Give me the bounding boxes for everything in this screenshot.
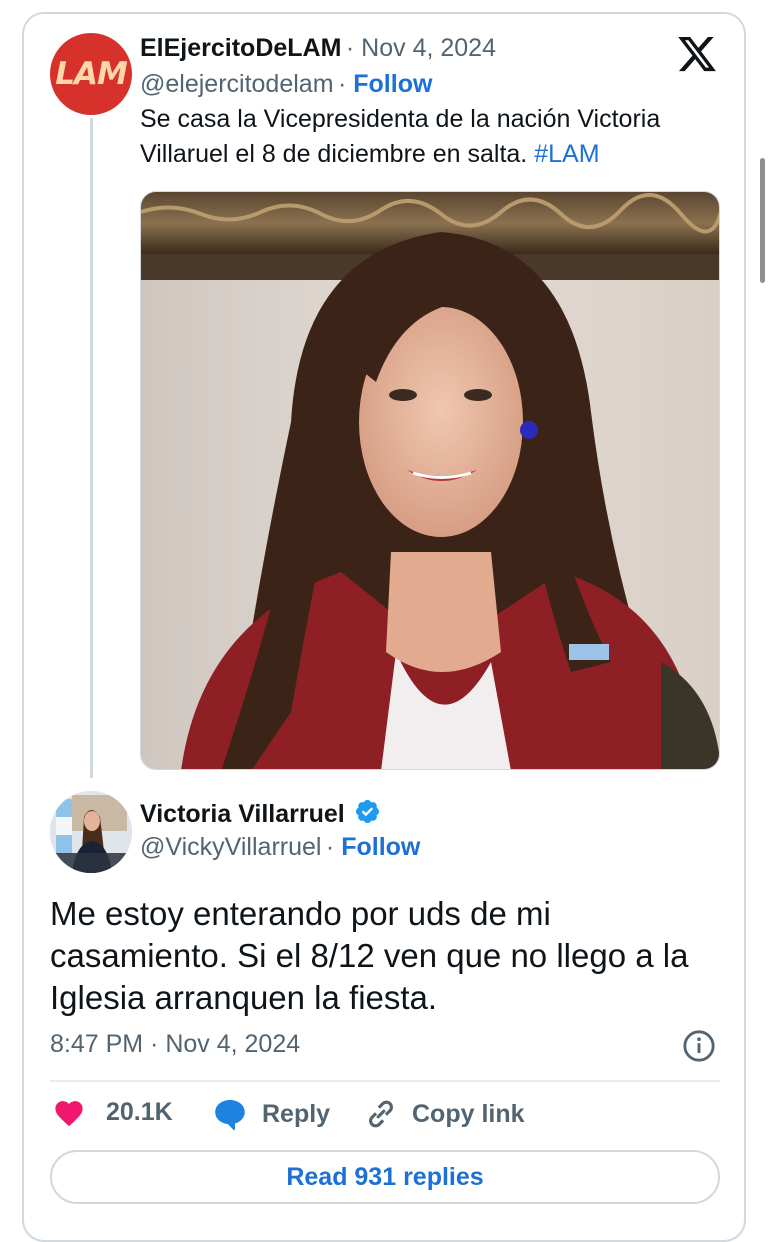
avatar-vickyvillarruel[interactable]: [50, 791, 132, 873]
main-author-name[interactable]: Victoria Villarruel: [140, 800, 345, 828]
follow-button-vickyvillarruel[interactable]: Follow: [341, 833, 420, 861]
read-replies-label: Read 931 replies: [286, 1162, 484, 1191]
verified-badge-icon: [356, 799, 380, 824]
quoted-author-row: ElEjercitoDeLAM · Nov 4, 2024: [140, 34, 496, 63]
portrait-photo-illustration: [141, 192, 719, 769]
heart-icon: [55, 1101, 83, 1127]
reply-button[interactable]: Reply: [212, 1097, 330, 1131]
separator-dot: ·: [345, 34, 362, 62]
quoted-handle[interactable]: @elejercitodelam: [140, 70, 334, 98]
reply-label: Reply: [262, 1099, 331, 1128]
reply-bubble-icon: [215, 1099, 245, 1131]
x-logo-icon[interactable]: [676, 33, 718, 75]
main-handle[interactable]: @VickyVillarruel: [140, 833, 321, 861]
thread-line: [90, 118, 93, 778]
quoted-date[interactable]: Nov 4, 2024: [361, 34, 496, 62]
link-icon: [369, 1100, 393, 1128]
tweet-photo[interactable]: [140, 191, 720, 770]
likes-count: 20.1K: [106, 1097, 173, 1126]
scrollbar[interactable]: [760, 158, 765, 283]
copy-link-label: Copy link: [412, 1099, 525, 1128]
follow-button-elejercitodelam[interactable]: Follow: [353, 70, 432, 98]
lam-logo: LAM: [55, 56, 128, 92]
main-tweet-text: Me estoy enterando por uds de mi casamie…: [50, 895, 689, 1016]
divider: [50, 1080, 720, 1082]
main-author-row: Victoria Villarruel: [140, 798, 381, 829]
avatar-elejercitodelam[interactable]: LAM: [50, 33, 132, 115]
like-button[interactable]: 20.1K: [52, 1097, 173, 1127]
tweet-timestamp[interactable]: 8:47 PM · Nov 4, 2024: [50, 1030, 300, 1059]
avatar-photo-illustration: [50, 791, 132, 873]
copy-link-button[interactable]: Copy link: [364, 1097, 525, 1131]
quoted-handle-row: @elejercitodelam · Follow: [140, 70, 432, 99]
read-replies-button[interactable]: Read 931 replies: [50, 1150, 720, 1204]
quoted-author-name[interactable]: ElEjercitoDeLAM: [140, 34, 341, 62]
main-handle-row: @VickyVillarruel · Follow: [140, 833, 420, 862]
quoted-tweet-text: Se casa la Vicepresidenta de la nación V…: [140, 102, 700, 172]
hashtag-link[interactable]: #LAM: [534, 140, 599, 168]
separator-dot: ·: [325, 833, 342, 861]
info-icon[interactable]: [682, 1029, 716, 1063]
separator-dot: ·: [337, 70, 354, 98]
